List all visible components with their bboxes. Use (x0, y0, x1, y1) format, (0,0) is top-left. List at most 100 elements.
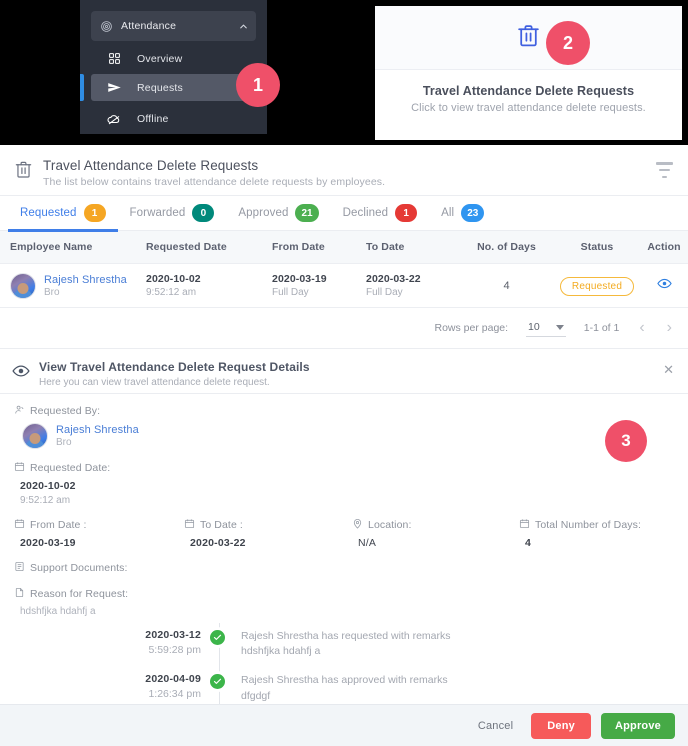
tab-badge: 1 (395, 204, 418, 222)
tab-approved[interactable]: Approved 21 (226, 196, 330, 231)
timeline-text: Rajesh Shrestha has requested with remar… (241, 630, 451, 658)
sidebar-item-offline[interactable]: Offline (91, 105, 256, 132)
deny-button[interactable]: Deny (531, 712, 591, 739)
eye-icon (12, 362, 30, 385)
page-title: Travel Attendance Delete Requests (43, 158, 259, 173)
main-page: Travel Attendance Delete Requests The li… (0, 145, 688, 746)
cloud-off-icon (91, 112, 137, 126)
cancel-button[interactable]: Cancel (470, 714, 521, 738)
cell-to-date: 2020-03-22 Full Day (366, 273, 459, 298)
field-label-text: From Date : (30, 519, 87, 531)
field-label-text: Total Number of Days: (535, 519, 641, 531)
field-label: Location: (352, 518, 519, 532)
calendar-icon (519, 518, 530, 532)
tab-all[interactable]: All 23 (429, 196, 496, 231)
sidebar-item-requests[interactable]: Requests (80, 74, 256, 101)
field-requested-by: Requested By: Rajesh Shrestha Bro (14, 404, 674, 449)
field-label: Total Number of Days: (519, 518, 674, 532)
column-status: Status (580, 241, 614, 253)
field-to-date: To Date : 2020-03-22 (184, 518, 352, 549)
close-icon[interactable]: ✕ (663, 363, 674, 376)
rows-per-page-label: Rows per page: (434, 322, 509, 334)
requested-by-person: Rajesh Shrestha Bro (22, 423, 674, 449)
to-day-value: Full Day (366, 287, 403, 298)
promo-card-subtitle: Click to view travel attendance delete r… (411, 102, 646, 114)
timeline-date: 2020-04-09 (145, 673, 201, 686)
tab-forwarded[interactable]: Forwarded 0 (118, 196, 227, 231)
eye-icon[interactable] (656, 278, 672, 295)
chevron-up-icon[interactable] (230, 21, 256, 32)
timeline-time: 1:26:34 pm (148, 688, 201, 701)
to-date-value: 2020-03-22 (190, 537, 246, 549)
field-total-days: Total Number of Days: 4 (519, 518, 674, 549)
cell-employee-name: Rajesh Shrestha Bro (0, 272, 146, 299)
tab-label: Declined (342, 207, 389, 219)
requested-date-value: 2020-10-02 (146, 273, 201, 285)
document-icon (14, 561, 25, 575)
page-header: Travel Attendance Delete Requests The li… (0, 145, 688, 196)
calendar-icon (184, 518, 195, 532)
trash-icon (516, 23, 541, 53)
promo-card-title: Travel Attendance Delete Requests (422, 84, 635, 98)
cell-from-date: 2020-03-19 Full Day (272, 273, 366, 298)
check-circle-icon (210, 674, 225, 690)
field-label-text: Requested By: (30, 405, 101, 417)
calendar-icon (14, 518, 25, 532)
status-badge: Requested (559, 276, 635, 296)
check-circle-icon (210, 630, 225, 645)
sidebar-group-attendance[interactable]: Attendance (91, 11, 256, 41)
page-header-text: Travel Attendance Delete Requests The li… (43, 158, 385, 188)
promo-card-icon-area (375, 6, 682, 70)
detail-subtitle: Here you can view travel attendance dele… (39, 377, 270, 388)
requested-time-value: 9:52:12 am (146, 287, 197, 298)
chevron-left-icon[interactable]: ‹ (637, 319, 646, 337)
promo-card[interactable]: Travel Attendance Delete Requests Click … (375, 6, 682, 140)
timeline-date-block: 2020-04-09 1:26:34 pm (134, 673, 210, 700)
sidebar-item-overview[interactable]: Overview (91, 45, 256, 72)
tab-requested[interactable]: Requested 1 (8, 196, 118, 232)
field-from-date: From Date : 2020-03-19 (14, 518, 184, 549)
field-requested-date: Requested Date: 2020-10-02 9:52:12 am (14, 461, 674, 506)
column-requested-date: Requested Date (146, 241, 227, 253)
tab-label: All (441, 207, 455, 219)
from-day-value: Full Day (272, 287, 309, 298)
filter-icon[interactable] (654, 162, 674, 178)
rows-per-page-value: 10 (528, 321, 540, 333)
field-label-text: Support Documents: (30, 562, 128, 574)
detail-panel-header: View Travel Attendance Delete Request De… (0, 348, 688, 394)
field-label: Support Documents: (14, 561, 674, 575)
page-subtitle: The list below contains travel attendanc… (43, 176, 386, 188)
overlay-strip: Attendance Overview Requests Offline Tra… (0, 0, 688, 145)
approve-button[interactable]: Approve (600, 712, 675, 739)
sidebar-popup: Attendance Overview Requests Offline (80, 0, 267, 134)
status-tabs: Requested 1 Forwarded 0 Approved 21 Decl… (0, 196, 688, 232)
tab-declined[interactable]: Declined 1 (331, 196, 430, 231)
field-label: Requested By: (14, 404, 674, 418)
step-marker-3: 3 (605, 420, 647, 462)
location-value: N/A (358, 537, 377, 549)
chevron-right-icon[interactable]: › (665, 319, 674, 337)
file-text-icon (14, 587, 25, 601)
tab-label: Approved (238, 207, 289, 219)
employee-name-link[interactable]: Rajesh Shrestha (44, 274, 127, 286)
timeline-date-block: 2020-03-12 5:59:28 pm (134, 629, 210, 656)
detail-header-text: View Travel Attendance Delete Request De… (39, 360, 310, 388)
sidebar-item-label: Overview (137, 52, 183, 65)
column-from-date: From Date (272, 241, 325, 253)
pagination-range: 1-1 of 1 (583, 322, 620, 334)
requested-by-name[interactable]: Rajesh Shrestha (56, 424, 139, 436)
employee-subtitle: Bro (44, 286, 60, 298)
rows-per-page-select[interactable]: 10 (526, 319, 566, 337)
step-marker-2: 2 (546, 21, 590, 65)
trash-icon (14, 160, 33, 184)
timeline-item: 2020-03-12 5:59:28 pm Rajesh Shrestha ha… (134, 629, 674, 659)
table-row[interactable]: Rajesh Shrestha Bro 2020-10-02 9:52:12 a… (0, 264, 688, 308)
cell-requested-date: 2020-10-02 9:52:12 am (146, 273, 272, 298)
pagination: Rows per page: 10 1-1 of 1 ‹ › (0, 308, 688, 348)
timeline-item: 2020-04-09 1:26:34 pm Rajesh Shrestha ha… (134, 673, 674, 703)
cell-action (640, 276, 688, 296)
tab-badge: 21 (295, 204, 319, 222)
user-icon (14, 404, 25, 418)
cell-no-of-days: 4 (503, 279, 510, 292)
cell-status: Requested (554, 276, 640, 296)
